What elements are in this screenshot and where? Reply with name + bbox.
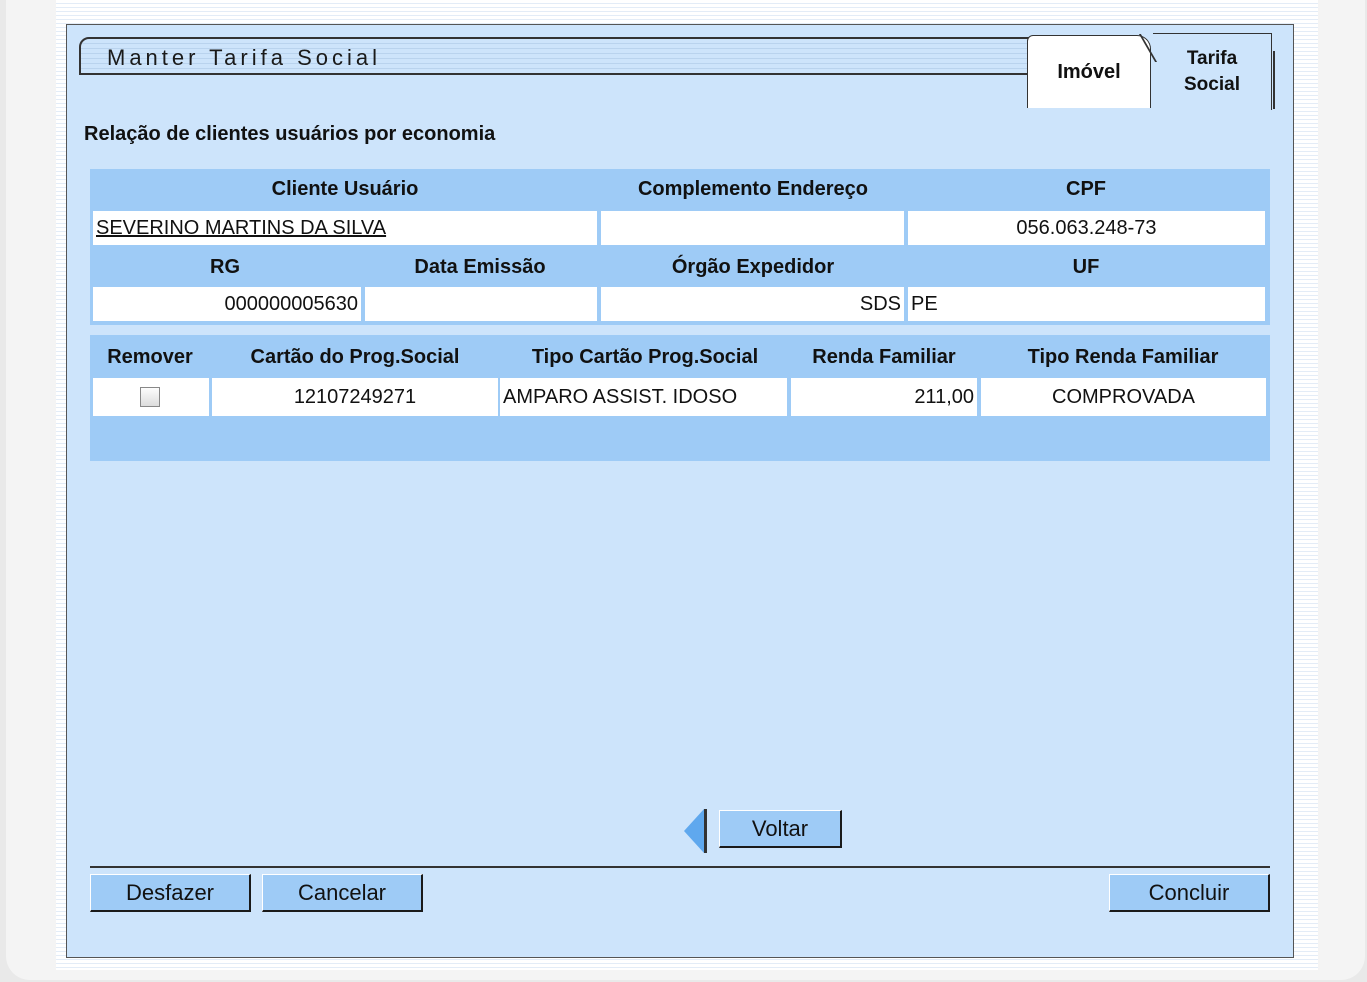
header-tipo-renda-familiar: Tipo Renda Familiar [1027, 346, 1219, 368]
concluir-button[interactable]: Concluir [1109, 874, 1270, 912]
remover-checkbox[interactable] [140, 387, 160, 407]
section-title: Relação de clientes usuários por economi… [84, 123, 496, 145]
desfazer-button[interactable]: Desfazer [90, 874, 251, 912]
cell-remover [93, 378, 209, 416]
cell-renda-familiar: 211,00 [791, 378, 977, 416]
form-panel: Manter Tarifa Social Imóvel Tarifa Socia… [66, 24, 1294, 958]
cell-uf: PE [908, 287, 1265, 321]
header-orgao-expedidor: Órgão Expedidor [671, 256, 835, 278]
header-complemento-endereco: Complemento Endereço [637, 178, 869, 200]
header-tipo-cartao-prog-social: Tipo Cartão Prog.Social [531, 346, 759, 368]
cancelar-button[interactable]: Cancelar [262, 874, 423, 912]
header-cpf: CPF [1066, 178, 1106, 200]
tab-imovel-label: Imóvel [1057, 60, 1121, 83]
header-uf: UF [1072, 256, 1100, 278]
cell-data-emissao [365, 287, 597, 321]
cell-rg: 000000005630 [93, 287, 361, 321]
cell-cpf: 056.063.248-73 [908, 211, 1265, 245]
cell-complemento-endereco [601, 211, 904, 245]
cell-cartao-prog-social: 12107249271 [212, 378, 498, 416]
cell-tipo-renda-familiar: COMPROVADA [981, 378, 1266, 416]
footer-separator [90, 866, 1270, 868]
cell-cliente-usuario: SEVERINO MARTINS DA SILVA [93, 211, 597, 245]
cell-tipo-cartao-prog-social: AMPARO ASSIST. IDOSO [500, 378, 787, 416]
voltar-button[interactable]: Voltar [719, 810, 842, 848]
tab-tarifa-social-label: Tarifa Social [1184, 48, 1240, 95]
back-arrow-edge [704, 809, 707, 853]
header-cliente-usuario: Cliente Usuário [271, 178, 419, 200]
header-renda-familiar: Renda Familiar [812, 346, 956, 368]
header-rg: RG [210, 256, 240, 278]
tab-divider [1273, 51, 1275, 109]
cell-orgao-expedidor: SDS [601, 287, 904, 321]
header-cartao-prog-social: Cartão do Prog.Social [250, 346, 460, 368]
header-data-emissao: Data Emissão [414, 256, 546, 278]
tab-tarifa-social[interactable]: Tarifa Social [1153, 33, 1272, 110]
window-title-bar: Manter Tarifa Social [79, 37, 1038, 75]
window-title: Manter Tarifa Social [107, 45, 382, 70]
tab-imovel[interactable]: Imóvel [1027, 35, 1151, 108]
header-remover: Remover [107, 346, 193, 368]
cliente-usuario-link[interactable]: SEVERINO MARTINS DA SILVA [96, 217, 386, 239]
back-arrow-icon[interactable] [684, 809, 704, 853]
